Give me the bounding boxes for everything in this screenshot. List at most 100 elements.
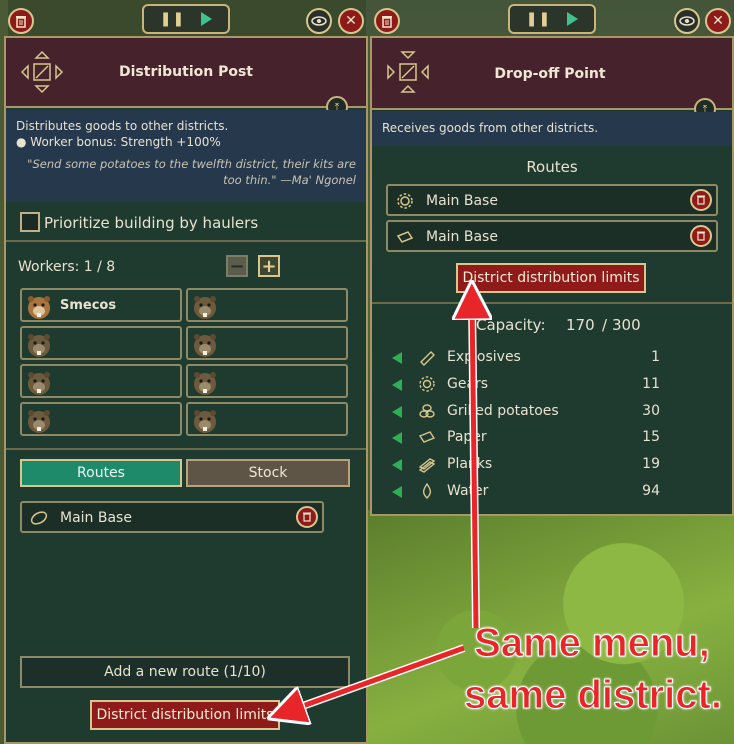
goods-row[interactable]: Gears 11 xyxy=(392,374,672,396)
remove-worker-button[interactable]: − xyxy=(226,255,248,277)
close-panel-button[interactable]: ✕ xyxy=(338,8,364,34)
follow-view-button[interactable] xyxy=(306,8,332,34)
building-description: Receives goods from other districts. xyxy=(372,112,732,146)
worker-slot[interactable]: Smecos xyxy=(20,288,182,322)
route-label: Main Base xyxy=(426,229,498,245)
good-name: Gears xyxy=(447,375,489,392)
good-value: 15 xyxy=(642,429,660,446)
play-icon[interactable] xyxy=(567,12,579,26)
follow-view-button[interactable] xyxy=(674,8,700,34)
close-icon: ✕ xyxy=(712,13,724,29)
pause-play-control[interactable]: ❚❚ xyxy=(508,4,596,34)
page-title: Drop-off Point xyxy=(494,66,606,82)
gear-icon xyxy=(397,193,413,209)
delete-building-button[interactable] xyxy=(374,8,400,34)
play-icon[interactable] xyxy=(201,12,213,26)
page-title: Distribution Post xyxy=(119,64,253,80)
goods-row[interactable]: Water 94 xyxy=(392,481,672,503)
eye-icon xyxy=(311,16,327,26)
district-limits-button[interactable]: District distribution limits xyxy=(456,263,646,293)
worker-slot[interactable] xyxy=(186,326,348,360)
beaver-icon xyxy=(194,410,216,433)
worker-bonus-text: ● Worker bonus: Strength +100% xyxy=(16,135,221,149)
divider xyxy=(6,240,366,242)
flavor-quote: "Send some potatoes to the twelfth distr… xyxy=(27,157,356,187)
capacity-max: 300 xyxy=(612,316,641,334)
trash-icon xyxy=(16,15,26,28)
gear-icon xyxy=(419,376,435,392)
distribution-post-icon xyxy=(20,50,64,94)
route-row[interactable]: Main Base xyxy=(20,501,324,533)
divider xyxy=(372,302,732,304)
prioritize-checkbox[interactable] xyxy=(20,212,40,232)
route-label: Main Base xyxy=(60,510,132,526)
import-arrow-icon[interactable] xyxy=(392,405,402,418)
prioritize-label[interactable]: Prioritize building by haulers xyxy=(44,214,258,232)
capacity-label: Capacity: xyxy=(476,316,546,334)
import-arrow-icon[interactable] xyxy=(392,432,402,445)
explosives-icon xyxy=(420,351,435,366)
minus-icon: − xyxy=(229,255,245,277)
eye-icon xyxy=(679,16,695,26)
worker-slot[interactable] xyxy=(20,402,182,436)
good-name: Water xyxy=(447,483,489,499)
trash-icon xyxy=(697,231,705,241)
grilled-potatoes-icon xyxy=(419,403,435,418)
good-name: Paper xyxy=(447,429,487,446)
panel-header: Drop-off Point ⤒ xyxy=(372,38,732,120)
panel-header: Distribution Post ⤒ xyxy=(6,38,366,118)
water-icon xyxy=(422,482,432,499)
delete-route-button[interactable] xyxy=(690,225,712,247)
trash-icon xyxy=(382,15,392,28)
beaver-icon xyxy=(28,334,50,357)
potato-icon xyxy=(30,511,48,525)
tab-stock[interactable]: Stock xyxy=(186,459,350,487)
divider xyxy=(6,448,366,450)
delete-building-button[interactable] xyxy=(8,8,34,34)
good-name: Explosives xyxy=(447,349,521,365)
worker-slot[interactable] xyxy=(186,364,348,398)
delete-route-button[interactable] xyxy=(296,506,318,528)
district-limits-button[interactable]: District distribution limits xyxy=(90,700,280,730)
route-row[interactable]: Main Base xyxy=(386,184,718,216)
trash-icon xyxy=(303,512,311,522)
good-name: Grilled potatoes xyxy=(447,402,559,419)
import-arrow-icon[interactable] xyxy=(392,378,402,391)
goods-row[interactable]: Explosives 1 xyxy=(392,347,672,369)
close-panel-button[interactable]: ✕ xyxy=(705,8,731,34)
capacity-current: 170 xyxy=(566,316,595,334)
goods-row[interactable]: Grilled potatoes 30 xyxy=(392,401,672,423)
good-name: Planks xyxy=(447,456,493,473)
worker-slot[interactable] xyxy=(186,288,348,322)
add-worker-button[interactable]: + xyxy=(258,255,280,277)
goods-row[interactable]: Planks 19 xyxy=(392,454,672,476)
planks-icon xyxy=(418,458,436,474)
beaver-icon xyxy=(194,296,216,319)
import-arrow-icon[interactable] xyxy=(392,352,402,364)
paper-icon xyxy=(396,231,414,243)
beaver-icon xyxy=(28,372,50,395)
worker-slot[interactable] xyxy=(186,402,348,436)
worker-name: Smecos xyxy=(60,298,117,313)
pause-icon[interactable]: ❚❚ xyxy=(526,11,551,27)
tab-routes[interactable]: Routes xyxy=(20,459,182,487)
pause-play-control[interactable]: ❚❚ xyxy=(142,4,230,34)
beaver-icon xyxy=(28,410,50,433)
pause-icon[interactable]: ❚❚ xyxy=(160,11,185,27)
building-description: Distributes goods to other districts. ● … xyxy=(6,110,366,202)
import-arrow-icon[interactable] xyxy=(392,459,402,472)
import-arrow-icon[interactable] xyxy=(392,486,402,498)
worker-slot[interactable] xyxy=(20,364,182,398)
goods-row[interactable]: Paper 15 xyxy=(392,427,672,449)
delete-route-button[interactable] xyxy=(690,189,712,211)
annotation-line2: same district. xyxy=(464,673,723,718)
worker-slot[interactable] xyxy=(20,326,182,360)
add-route-button[interactable]: Add a new route (1/10) xyxy=(20,656,350,688)
routes-heading: Routes xyxy=(526,158,578,176)
good-value: 19 xyxy=(642,456,660,473)
annotation-line1: Same menu, xyxy=(474,621,711,666)
beaver-icon xyxy=(194,334,216,357)
route-row[interactable]: Main Base xyxy=(386,220,718,252)
drop-off-point-icon xyxy=(387,51,429,93)
close-icon: ✕ xyxy=(345,13,357,29)
